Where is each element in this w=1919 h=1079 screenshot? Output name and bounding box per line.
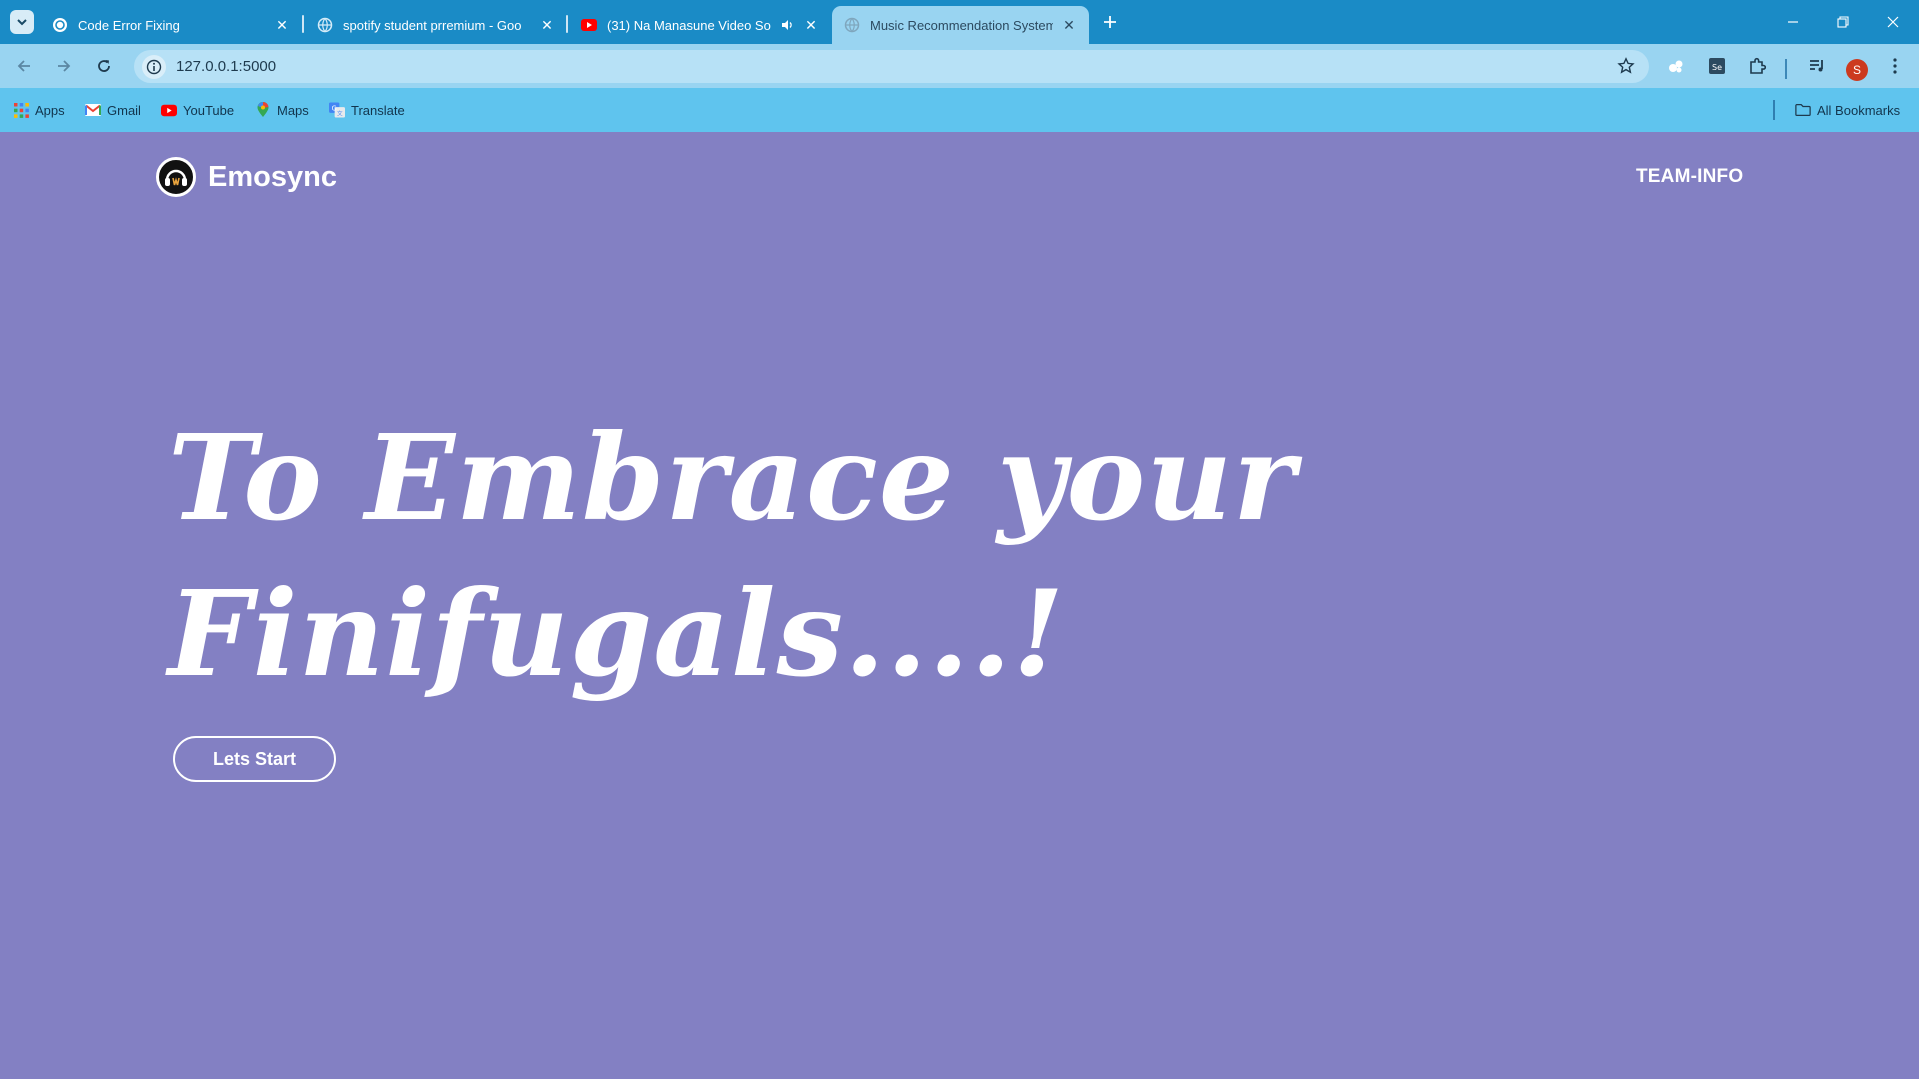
tab-spotify-search[interactable]: spotify student prremium - Goo ✕ bbox=[305, 6, 567, 44]
extension-button[interactable] bbox=[1662, 52, 1690, 80]
bookmarks-bar: Apps Gmail YouTube Maps G文 Translate All… bbox=[0, 88, 1919, 132]
bookmarks-divider bbox=[1773, 100, 1775, 120]
minimize-icon bbox=[1788, 21, 1798, 23]
tab-title: Music Recommendation System bbox=[870, 17, 1053, 33]
close-icon[interactable]: ✕ bbox=[803, 17, 819, 33]
all-bookmarks-label: All Bookmarks bbox=[1817, 102, 1901, 118]
reload-icon bbox=[98, 60, 110, 72]
tab-divider bbox=[302, 15, 304, 33]
tab-youtube-video[interactable]: (31) Na Manasune Video So ✕ bbox=[569, 6, 831, 44]
bookmark-label: Maps bbox=[277, 102, 309, 118]
media-control-button[interactable] bbox=[1803, 52, 1831, 80]
plus-icon bbox=[1104, 16, 1116, 28]
playlist-icon bbox=[1810, 60, 1823, 72]
svg-text:文: 文 bbox=[337, 110, 343, 118]
arrow-left-icon bbox=[17, 60, 30, 72]
bookmark-star-icon[interactable] bbox=[1615, 55, 1637, 77]
site-brand[interactable]: Emosync bbox=[156, 157, 337, 197]
openai-icon bbox=[52, 17, 68, 33]
bookmark-label: YouTube bbox=[183, 102, 235, 118]
close-icon[interactable]: ✕ bbox=[539, 17, 555, 33]
hero-heading: To Embrace your Finifugals....! bbox=[168, 400, 1297, 712]
gmail-icon bbox=[85, 102, 101, 118]
new-tab-button[interactable] bbox=[1098, 10, 1122, 34]
site-info-icon[interactable] bbox=[142, 54, 166, 79]
bookmark-label: Gmail bbox=[107, 102, 141, 118]
minimize-button[interactable] bbox=[1770, 6, 1816, 38]
hero-line-1: To Embrace your bbox=[168, 408, 1297, 547]
close-icon[interactable]: ✕ bbox=[1061, 17, 1077, 33]
folder-icon bbox=[1795, 102, 1811, 118]
tab-search-button[interactable] bbox=[10, 10, 34, 34]
toolbar-divider bbox=[1785, 59, 1787, 79]
bookmark-translate[interactable]: G文 Translate bbox=[329, 100, 405, 120]
tab-title: (31) Na Manasune Video So bbox=[607, 17, 771, 33]
selenium-icon: Se bbox=[1709, 58, 1725, 74]
tab-music-recommendation[interactable]: Music Recommendation System ✕ bbox=[832, 6, 1089, 44]
forward-button[interactable] bbox=[50, 52, 78, 80]
lets-start-button[interactable]: Lets Start bbox=[173, 736, 336, 782]
close-icon bbox=[1887, 16, 1899, 28]
puzzle-piece-icon bbox=[1750, 57, 1766, 74]
youtube-icon bbox=[581, 17, 597, 33]
bookmark-youtube[interactable]: YouTube bbox=[161, 100, 234, 120]
url-text[interactable]: 127.0.0.1:5000 bbox=[176, 58, 276, 75]
bookmark-apps[interactable]: Apps bbox=[13, 100, 65, 120]
address-bar[interactable]: 127.0.0.1:5000 bbox=[134, 50, 1649, 83]
browser-menu-button[interactable] bbox=[1881, 52, 1909, 80]
tab-title: Code Error Fixing bbox=[78, 17, 180, 33]
arrow-right-icon bbox=[58, 60, 71, 72]
svg-text:G: G bbox=[332, 104, 337, 112]
team-info-link[interactable]: TEAM-INFO bbox=[1636, 166, 1743, 188]
translate-icon: G文 bbox=[329, 102, 345, 118]
globe-icon bbox=[844, 17, 860, 33]
close-icon[interactable]: ✕ bbox=[274, 17, 290, 33]
globe-icon bbox=[317, 17, 333, 33]
youtube-icon bbox=[161, 102, 177, 118]
webpage-viewport: Emosync TEAM-INFO To Embrace your Finifu… bbox=[0, 132, 1919, 1079]
emosync-logo-icon bbox=[156, 157, 196, 197]
restore-button[interactable] bbox=[1820, 6, 1866, 38]
profile-avatar[interactable]: S bbox=[1846, 59, 1868, 81]
tab-code-error-fixing[interactable]: Code Error Fixing ✕ bbox=[40, 6, 302, 44]
browser-toolbar: 127.0.0.1:5000 Se bbox=[0, 44, 1919, 88]
brand-name: Emosync bbox=[208, 160, 337, 193]
back-button[interactable] bbox=[10, 52, 38, 80]
bookmark-gmail[interactable]: Gmail bbox=[85, 100, 141, 120]
kebab-menu-icon bbox=[1893, 58, 1897, 74]
apps-grid-icon bbox=[13, 102, 29, 118]
bookmark-maps[interactable]: Maps bbox=[255, 100, 309, 120]
extensions-button[interactable] bbox=[1743, 52, 1771, 80]
reload-button[interactable] bbox=[90, 52, 118, 80]
speaker-icon[interactable] bbox=[779, 17, 795, 33]
bookmark-label: Apps bbox=[35, 102, 65, 118]
tab-strip: Code Error Fixing ✕ spotify student prre… bbox=[0, 0, 1919, 44]
hero-line-2: Finifugals....! bbox=[168, 564, 1066, 703]
tab-divider bbox=[566, 15, 568, 33]
restore-icon bbox=[1837, 16, 1849, 28]
bookmark-label: Translate bbox=[351, 102, 405, 118]
tab-title: spotify student prremium - Goo bbox=[343, 17, 522, 33]
selenium-extension-button[interactable]: Se bbox=[1703, 52, 1731, 80]
all-bookmarks-button[interactable]: All Bookmarks bbox=[1795, 100, 1900, 120]
extension-bubbles-icon bbox=[1669, 60, 1683, 73]
window-close-button[interactable] bbox=[1870, 6, 1916, 38]
maps-pin-icon bbox=[255, 102, 271, 118]
svg-text:Se: Se bbox=[1712, 63, 1722, 72]
chevron-down-icon bbox=[17, 19, 27, 26]
